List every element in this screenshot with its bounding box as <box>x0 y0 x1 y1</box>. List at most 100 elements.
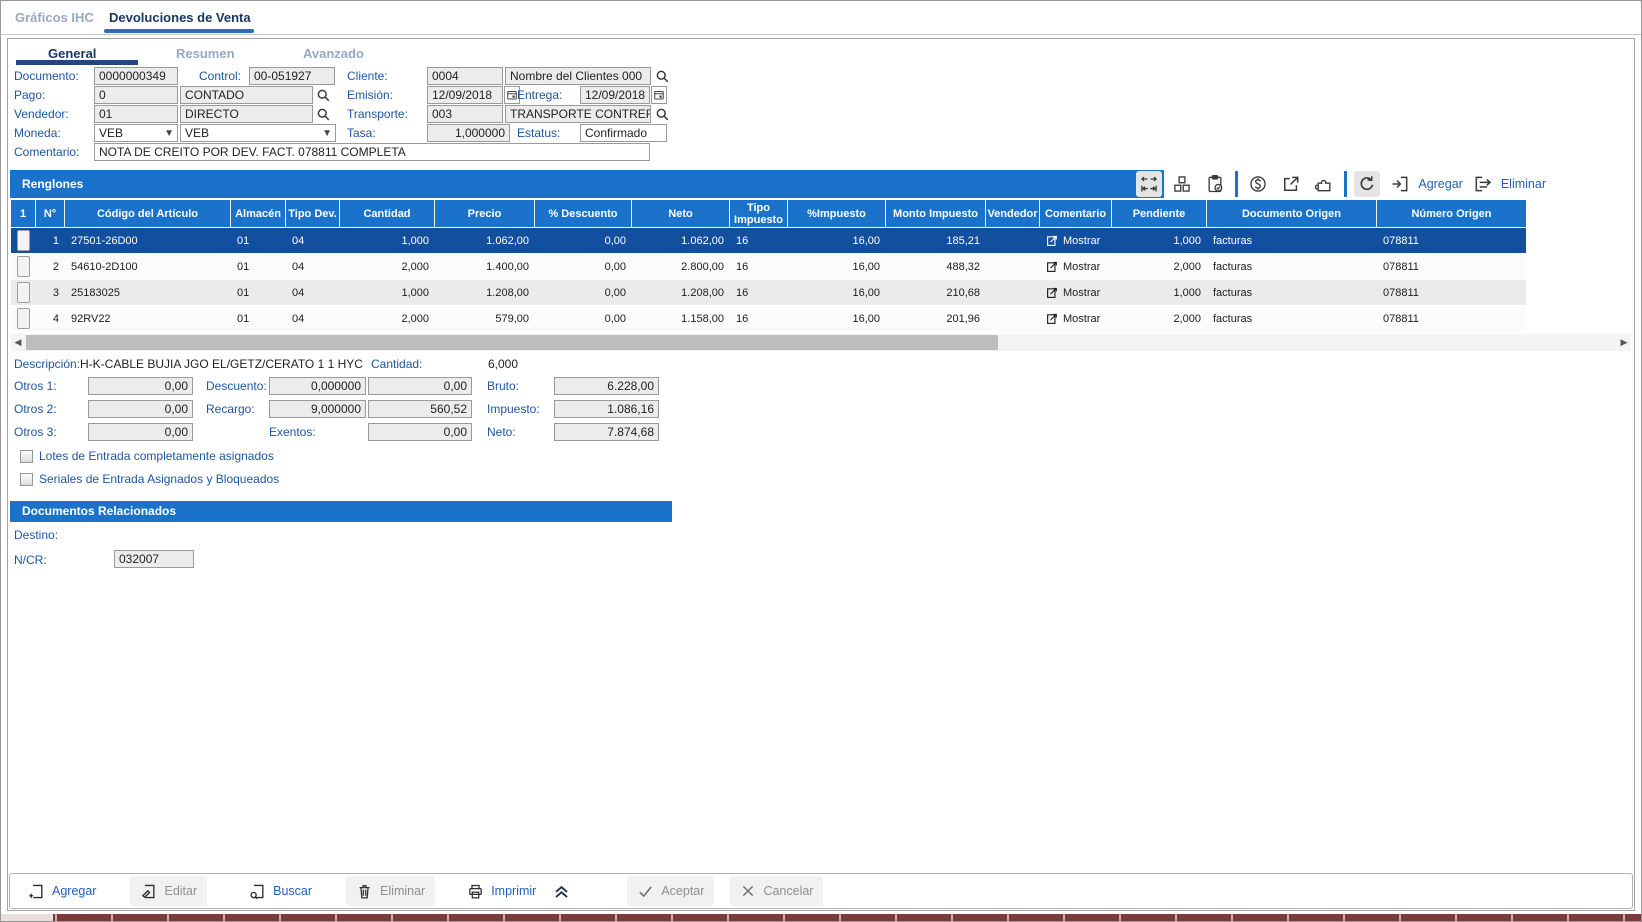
table-row[interactable]: 32518302501041,0001.208,000,001.208,0016… <box>11 279 1526 305</box>
neto-label: Neto: <box>487 425 516 439</box>
column-header[interactable]: Vendedor <box>986 200 1040 227</box>
entrega-field[interactable]: 12/09/2018 <box>580 86 650 104</box>
transporte-name-field[interactable]: TRANSPORTE CONTRERA <box>505 105 651 123</box>
emision-field[interactable]: 12/09/2018 <box>427 86 503 104</box>
delete-row-icon[interactable] <box>1470 171 1496 197</box>
scrollbar-thumb[interactable] <box>26 335 998 350</box>
renglones-eliminar-button[interactable]: Eliminar <box>1501 177 1546 191</box>
checkbox[interactable] <box>20 473 33 486</box>
comentario-field[interactable]: NOTA DE CREITO POR DEV. FACT. 078811 COM… <box>94 143 650 161</box>
transporte-search-icon[interactable] <box>653 105 671 123</box>
descuento-monto-field[interactable]: 0,00 <box>368 377 472 395</box>
mostrar-button[interactable]: Mostrar <box>1046 234 1100 247</box>
vendedor-search-icon[interactable] <box>314 105 332 123</box>
collapse-toolbar-icon[interactable] <box>548 876 575 906</box>
column-header[interactable]: Código del Artículo <box>65 200 231 227</box>
table-row[interactable]: 492RV2201042,000579,000,001.158,001616,0… <box>11 305 1526 331</box>
editar-button[interactable]: Editar <box>130 876 207 906</box>
agregar-button[interactable]: Agregar <box>18 876 106 906</box>
pago-code-field[interactable]: 0 <box>94 86 178 104</box>
cliente-name-field[interactable]: Nombre del Clientes 000 <box>505 67 651 85</box>
recargo-pct-field[interactable]: 9,000000 <box>269 400 366 418</box>
eliminar-label: Eliminar <box>380 884 425 898</box>
insert-row-icon[interactable] <box>1387 171 1413 197</box>
tab-devoluciones-de-venta[interactable]: Devoluciones de Venta <box>109 10 251 25</box>
row-selector-button[interactable] <box>17 230 30 251</box>
tab-avanzado[interactable]: Avanzado <box>303 46 364 61</box>
otros3-field[interactable]: 0,00 <box>88 423 193 441</box>
aceptar-button[interactable]: Aceptar <box>627 876 714 906</box>
renglones-agregar-button[interactable]: Agregar <box>1418 177 1462 191</box>
moneda-select-2[interactable]: VEB▼ <box>180 124 336 142</box>
control-label: Control: <box>199 69 241 83</box>
column-header[interactable]: Monto Impuesto <box>886 200 986 227</box>
mostrar-button[interactable]: Mostrar <box>1046 260 1100 273</box>
pago-name-field[interactable]: CONTADO <box>180 86 313 104</box>
fit-columns-icon[interactable] <box>1136 171 1162 197</box>
checkbox[interactable] <box>20 450 33 463</box>
column-header[interactable]: Neto <box>632 200 730 227</box>
exentos-field[interactable]: 0,00 <box>368 423 472 441</box>
column-header[interactable]: Comentario <box>1040 200 1112 227</box>
vendedor-name-field[interactable]: DIRECTO <box>180 105 313 123</box>
table-row[interactable]: 254610-2D10001042,0001.400,000,002.800,0… <box>11 253 1526 279</box>
mostrar-button[interactable]: Mostrar <box>1046 312 1100 325</box>
tab-general[interactable]: General <box>48 46 96 61</box>
row-selector-button[interactable] <box>17 256 30 277</box>
column-header[interactable]: Almacén <box>231 200 286 227</box>
buscar-button[interactable]: Buscar <box>239 876 322 906</box>
column-header[interactable]: Documento Origen <box>1207 200 1377 227</box>
control-field[interactable]: 00-051927 <box>249 67 335 85</box>
column-header[interactable]: N° <box>36 200 65 227</box>
plugin-icon[interactable] <box>1311 171 1337 197</box>
descuento-label: Descuento: <box>206 379 267 393</box>
scroll-right-icon[interactable]: ▶ <box>1617 334 1631 351</box>
column-header[interactable]: Pendiente <box>1112 200 1207 227</box>
row-selector-button[interactable] <box>17 282 30 303</box>
tab-graficos-ihc[interactable]: Gráficos IHC <box>15 10 94 25</box>
cell-tipo_dev: 04 <box>286 280 340 305</box>
row-selector-button[interactable] <box>17 308 30 329</box>
mostrar-button[interactable]: Mostrar <box>1046 286 1100 299</box>
recargo-monto-field[interactable]: 560,52 <box>368 400 472 418</box>
export-icon[interactable] <box>1278 171 1304 197</box>
column-header[interactable]: Cantidad <box>340 200 435 227</box>
bruto-field: 6.228,00 <box>554 377 659 395</box>
column-header[interactable]: % Descuento <box>535 200 632 227</box>
cliente-search-icon[interactable] <box>653 67 671 85</box>
refresh-icon[interactable] <box>1354 171 1380 197</box>
currency-icon[interactable] <box>1245 171 1271 197</box>
agregar-label: Agregar <box>52 884 96 898</box>
otros1-field[interactable]: 0,00 <box>88 377 193 395</box>
column-header[interactable]: %Impuesto <box>788 200 886 227</box>
tasa-field[interactable]: 1,000000 <box>427 124 510 142</box>
descuento-pct-field[interactable]: 0,000000 <box>269 377 366 395</box>
column-header[interactable]: 1 <box>11 200 36 227</box>
tab-resumen[interactable]: Resumen <box>176 46 235 61</box>
batch-cubes-icon[interactable] <box>1169 171 1195 197</box>
cell-codigo: 54610-2D100 <box>65 254 231 279</box>
ncr-field[interactable]: 032007 <box>114 550 194 568</box>
note-arrow-icon <box>1046 312 1059 325</box>
clipboard-check-icon[interactable] <box>1202 171 1228 197</box>
cliente-code-field[interactable]: 0004 <box>427 67 503 85</box>
column-header[interactable]: Número Origen <box>1377 200 1526 227</box>
moneda-select-1[interactable]: VEB▼ <box>94 124 178 142</box>
cancelar-button[interactable]: Cancelar <box>730 876 823 906</box>
scroll-left-icon[interactable]: ◀ <box>11 334 25 351</box>
vendedor-code-field[interactable]: 01 <box>94 105 178 123</box>
documento-field[interactable]: 0000000349 <box>94 67 178 85</box>
column-header[interactable]: Tipo Dev. <box>286 200 340 227</box>
pago-search-icon[interactable] <box>314 86 332 104</box>
eliminar-button[interactable]: Eliminar <box>346 876 435 906</box>
column-header[interactable]: Tipo Impuesto <box>730 200 788 227</box>
column-header[interactable]: Precio <box>435 200 535 227</box>
cell-impuesto_pct: 16,00 <box>788 228 886 253</box>
transporte-code-field[interactable]: 003 <box>427 105 503 123</box>
table-row[interactable]: 127501-26D0001041,0001.062,000,001.062,0… <box>11 227 1526 253</box>
entrega-calendar-icon[interactable] <box>651 86 667 104</box>
horizontal-scrollbar[interactable]: ◀ ▶ <box>11 334 1631 351</box>
cell-tipo_dev: 04 <box>286 228 340 253</box>
otros2-field[interactable]: 0,00 <box>88 400 193 418</box>
imprimir-button[interactable]: Imprimir <box>457 876 546 906</box>
